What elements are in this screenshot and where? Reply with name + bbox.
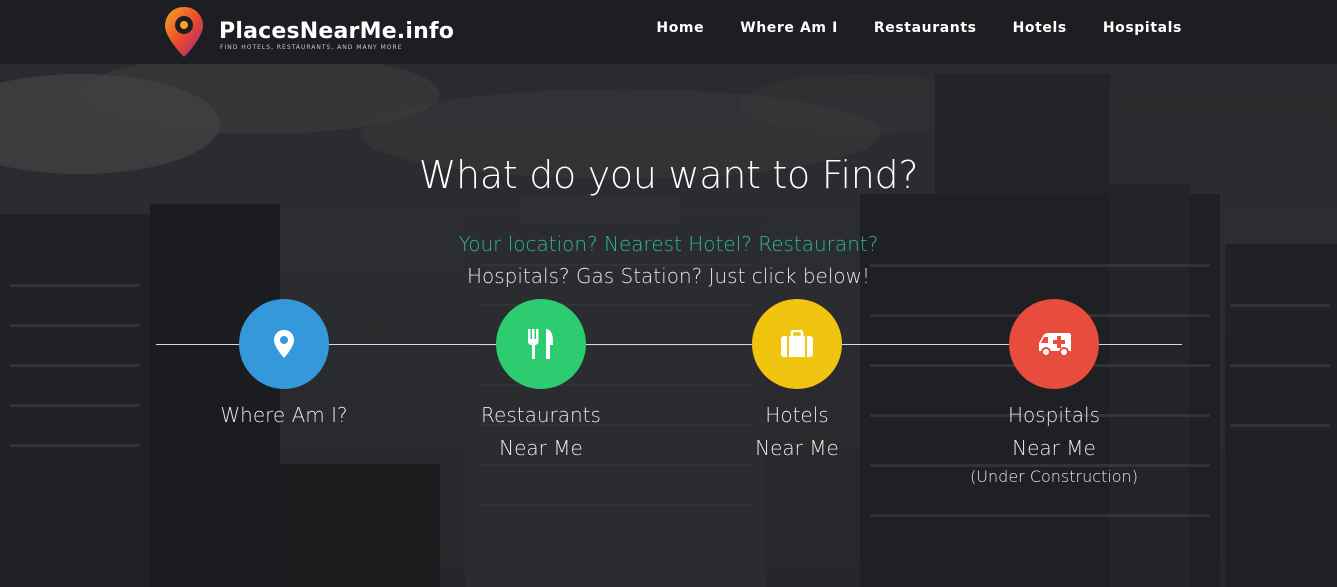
restaurants-circle[interactable] [496, 299, 586, 389]
hospitals-label-line-2: Near Me [1012, 436, 1096, 460]
hero-subtitle-line-1: Your location? Nearest Hotel? Restaurant… [458, 232, 879, 256]
brand-tagline: FIND HOTELS, RESTAURANTS, AND MANY MORE [220, 44, 403, 51]
hero-subtitle: Your location? Nearest Hotel? Restaurant… [0, 228, 1337, 292]
hero-title: What do you want to Find? [418, 153, 919, 197]
ambulance-icon [1039, 333, 1071, 357]
nav-hotels[interactable]: Hotels [1013, 0, 1067, 56]
hotels-circle[interactable] [752, 299, 842, 389]
restaurants-label[interactable]: Restaurants Near Me [431, 399, 651, 465]
where-am-i-circle[interactable] [239, 299, 329, 389]
where-am-i-label[interactable]: Where Am I? [174, 399, 394, 432]
hotels-label[interactable]: Hotels Near Me [687, 399, 907, 465]
hotels-label-line-2: Near Me [755, 436, 839, 460]
nav-hospitals[interactable]: Hospitals [1103, 0, 1182, 56]
main-nav: Home Where Am I Restaurants Hotels Hospi… [620, 0, 1182, 56]
restaurants-label-line-1: Restaurants [481, 403, 601, 427]
option-hospitals[interactable]: Hospitals Near Me (Under Construction) [944, 299, 1164, 489]
page: PlacesNearMe.info FIND HOTELS, RESTAURAN… [0, 0, 1337, 587]
option-restaurants[interactable]: Restaurants Near Me [431, 299, 651, 465]
hospitals-under-construction-note: (Under Construction) [970, 467, 1138, 486]
location-pin-icon [274, 330, 294, 358]
hospitals-label-line-1: Hospitals [1007, 403, 1101, 427]
where-am-i-label-line-1: Where Am I? [220, 403, 348, 427]
nav-home[interactable]: Home [656, 0, 704, 56]
restaurants-label-line-2: Near Me [499, 436, 583, 460]
fork-knife-icon [528, 329, 553, 359]
top-navigation-bar: PlacesNearMe.info FIND HOTELS, RESTAURAN… [0, 0, 1337, 64]
nav-where-am-i[interactable]: Where Am I [740, 0, 838, 56]
option-hotels[interactable]: Hotels Near Me [687, 299, 907, 465]
hospitals-label[interactable]: Hospitals Near Me (Under Construction) [944, 399, 1164, 489]
suitcase-icon [781, 330, 813, 357]
hospitals-circle[interactable] [1009, 299, 1099, 389]
brand-name: PlacesNearMe.info [219, 19, 455, 44]
nav-restaurants[interactable]: Restaurants [874, 0, 977, 56]
hero-subtitle-line-2: Hospitals? Gas Station? Just click below… [466, 264, 870, 288]
hotels-label-line-1: Hotels [765, 403, 829, 427]
option-where-am-i[interactable]: Where Am I? [174, 299, 394, 432]
map-pin-logo-icon [165, 7, 203, 57]
